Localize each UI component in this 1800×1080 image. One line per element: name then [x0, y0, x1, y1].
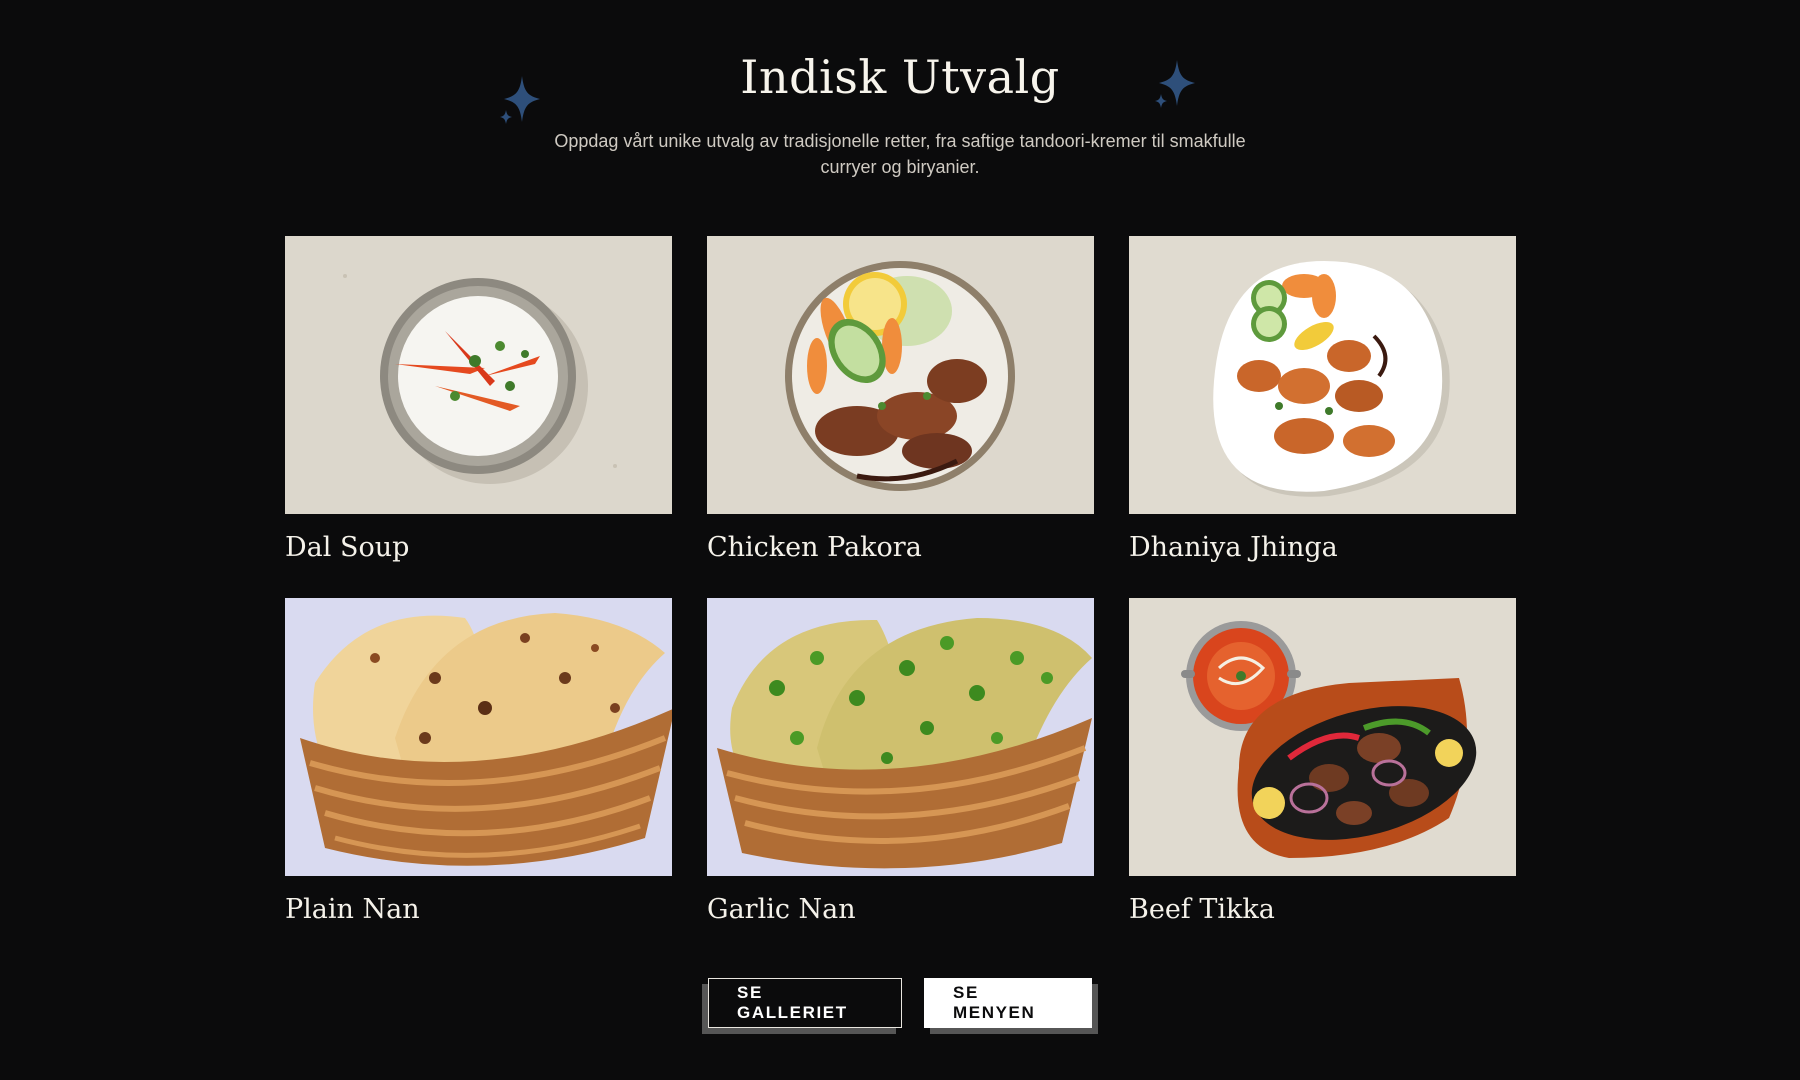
dish-card[interactable]: Plain Nan [285, 598, 672, 928]
dish-name: Chicken Pakora [707, 532, 922, 563]
dish-grid: Dal Soup Chicken Pakora Dhaniya Jhinga P… [285, 236, 1516, 928]
dish-card[interactable]: Chicken Pakora [707, 236, 1094, 566]
basket-of-naan-photo [285, 598, 672, 876]
plate-of-pakora-photo [707, 236, 1094, 514]
dish-name: Dhaniya Jhinga [1129, 532, 1338, 563]
dish-card[interactable]: Dal Soup [285, 236, 672, 566]
dish-card[interactable]: Beef Tikka [1129, 598, 1516, 928]
dish-name: Beef Tikka [1129, 894, 1275, 925]
menu-selection-section: Indisk Utvalg Oppdag vårt unike utvalg a… [0, 0, 1800, 1080]
dish-name: Plain Nan [285, 894, 420, 925]
section-subtitle: Oppdag vårt unike utvalg av tradisjonell… [554, 131, 1246, 177]
dish-card[interactable]: Garlic Nan [707, 598, 1094, 928]
plate-of-shrimp-photo [1129, 236, 1516, 514]
dish-name: Dal Soup [285, 532, 410, 563]
dish-card[interactable]: Dhaniya Jhinga [1129, 236, 1516, 566]
view-gallery-button[interactable]: SE GALLERIET [708, 978, 902, 1028]
view-menu-button[interactable]: SE MENYEN [924, 978, 1092, 1028]
bowl-of-yogurt-soup-photo [285, 236, 672, 514]
basket-of-garlic-naan-photo [707, 598, 1094, 876]
sizzling-platter-photo [1129, 598, 1516, 876]
action-buttons: SE GALLERIET SE MENYEN [708, 978, 1092, 1028]
section-title: Indisk Utvalg [740, 50, 1060, 104]
dish-name: Garlic Nan [707, 894, 856, 925]
